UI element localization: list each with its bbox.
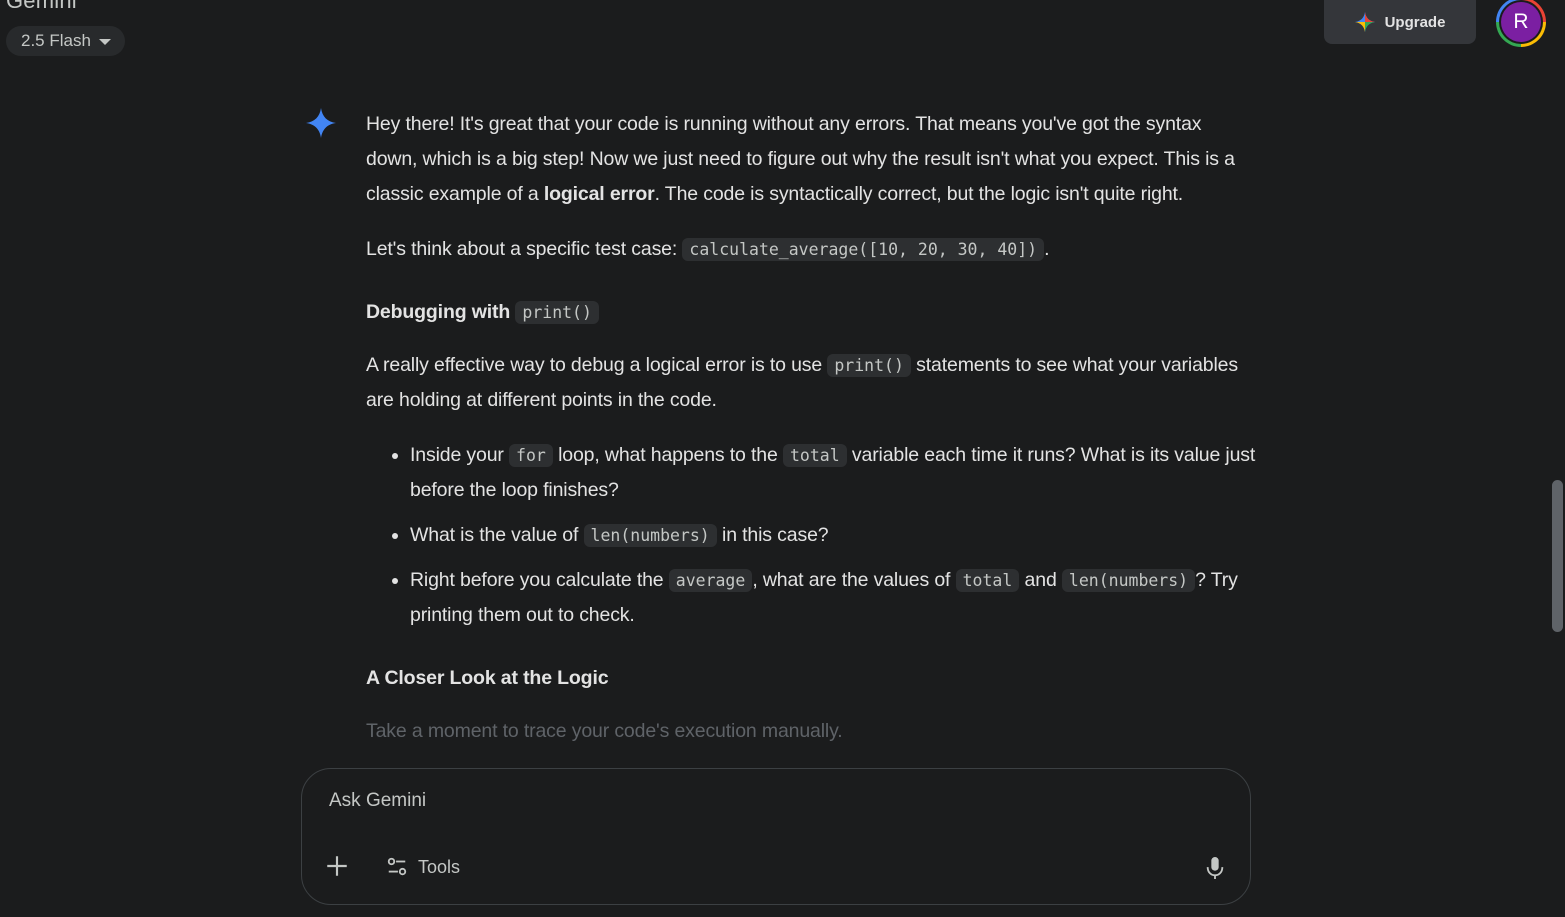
text-span: , what are the values of bbox=[752, 569, 956, 591]
inline-code: average bbox=[668, 569, 753, 592]
inline-code: total bbox=[782, 444, 847, 467]
response-paragraph-intro: Hey there! It's great that your code is … bbox=[366, 107, 1256, 212]
heading-closer-look: A Closer Look at the Logic bbox=[366, 667, 609, 689]
prompt-input[interactable] bbox=[327, 789, 1131, 813]
inline-code: for bbox=[509, 444, 553, 467]
text-span: in this case? bbox=[716, 524, 829, 546]
response-paragraph-test-case: Let's think about a specific test case: … bbox=[366, 232, 1256, 267]
heading-text: Debugging with bbox=[366, 301, 516, 323]
plus-icon[interactable] bbox=[324, 853, 350, 879]
caret-down-icon bbox=[98, 39, 111, 45]
bold-term: logical error bbox=[543, 183, 655, 205]
inline-code: print() bbox=[515, 301, 599, 324]
model-response: Hey there! It's great that your code is … bbox=[366, 107, 1256, 767]
gemini-spark-icon bbox=[306, 108, 336, 138]
text-span: What is the value of bbox=[410, 524, 584, 546]
scroll-fade-overlay bbox=[300, 740, 1260, 770]
inline-code: calculate_average([10, 20, 30, 40]) bbox=[682, 238, 1045, 261]
model-picker-button[interactable]: 2.5 Flash bbox=[6, 26, 125, 56]
tools-icon bbox=[387, 857, 407, 876]
list-item: What is the value of len(numbers) in thi… bbox=[410, 518, 1256, 553]
inline-code: print() bbox=[827, 354, 911, 377]
tools-button[interactable]: Tools bbox=[386, 851, 460, 883]
mic-icon[interactable] bbox=[1204, 855, 1226, 881]
list-item: Inside your for loop, what happens to th… bbox=[410, 438, 1256, 508]
prompt-composer: Tools bbox=[301, 768, 1251, 905]
avatar: R bbox=[1501, 2, 1541, 42]
text-span: Let's think about a specific test case: bbox=[366, 238, 683, 260]
inline-code: len(numbers) bbox=[583, 524, 717, 547]
text-span: loop, what happens to the bbox=[552, 444, 783, 466]
inline-code: len(numbers) bbox=[1061, 569, 1196, 592]
heading-debugging: Debugging with print() bbox=[366, 295, 1256, 330]
sparkle-icon bbox=[1354, 12, 1375, 32]
response-paragraph-print: A really effective way to debug a logica… bbox=[366, 348, 1256, 418]
text-span: . The code is syntactically correct, but… bbox=[654, 183, 1184, 205]
tools-label: Tools bbox=[418, 856, 461, 877]
app-title: Gemini bbox=[6, 0, 77, 13]
list-item: Right before you calculate the average, … bbox=[410, 563, 1256, 633]
model-picker-label: 2.5 Flash bbox=[21, 31, 91, 50]
scrollbar-thumb[interactable] bbox=[1552, 480, 1563, 632]
text-span: and bbox=[1019, 569, 1062, 591]
inline-code: total bbox=[955, 569, 1020, 592]
avatar-ring-inner: R bbox=[1499, 0, 1543, 44]
upgrade-label: Upgrade bbox=[1384, 13, 1446, 31]
account-avatar-button[interactable]: R bbox=[1496, 0, 1546, 47]
question-list: Inside your for loop, what happens to th… bbox=[366, 438, 1256, 633]
text-span: A really effective way to debug a logica… bbox=[366, 354, 828, 376]
upgrade-button[interactable]: Upgrade bbox=[1324, 0, 1476, 44]
text-span: . bbox=[1044, 238, 1050, 260]
text-span: Right before you calculate the bbox=[410, 569, 669, 591]
text-span: Inside your bbox=[410, 444, 510, 466]
